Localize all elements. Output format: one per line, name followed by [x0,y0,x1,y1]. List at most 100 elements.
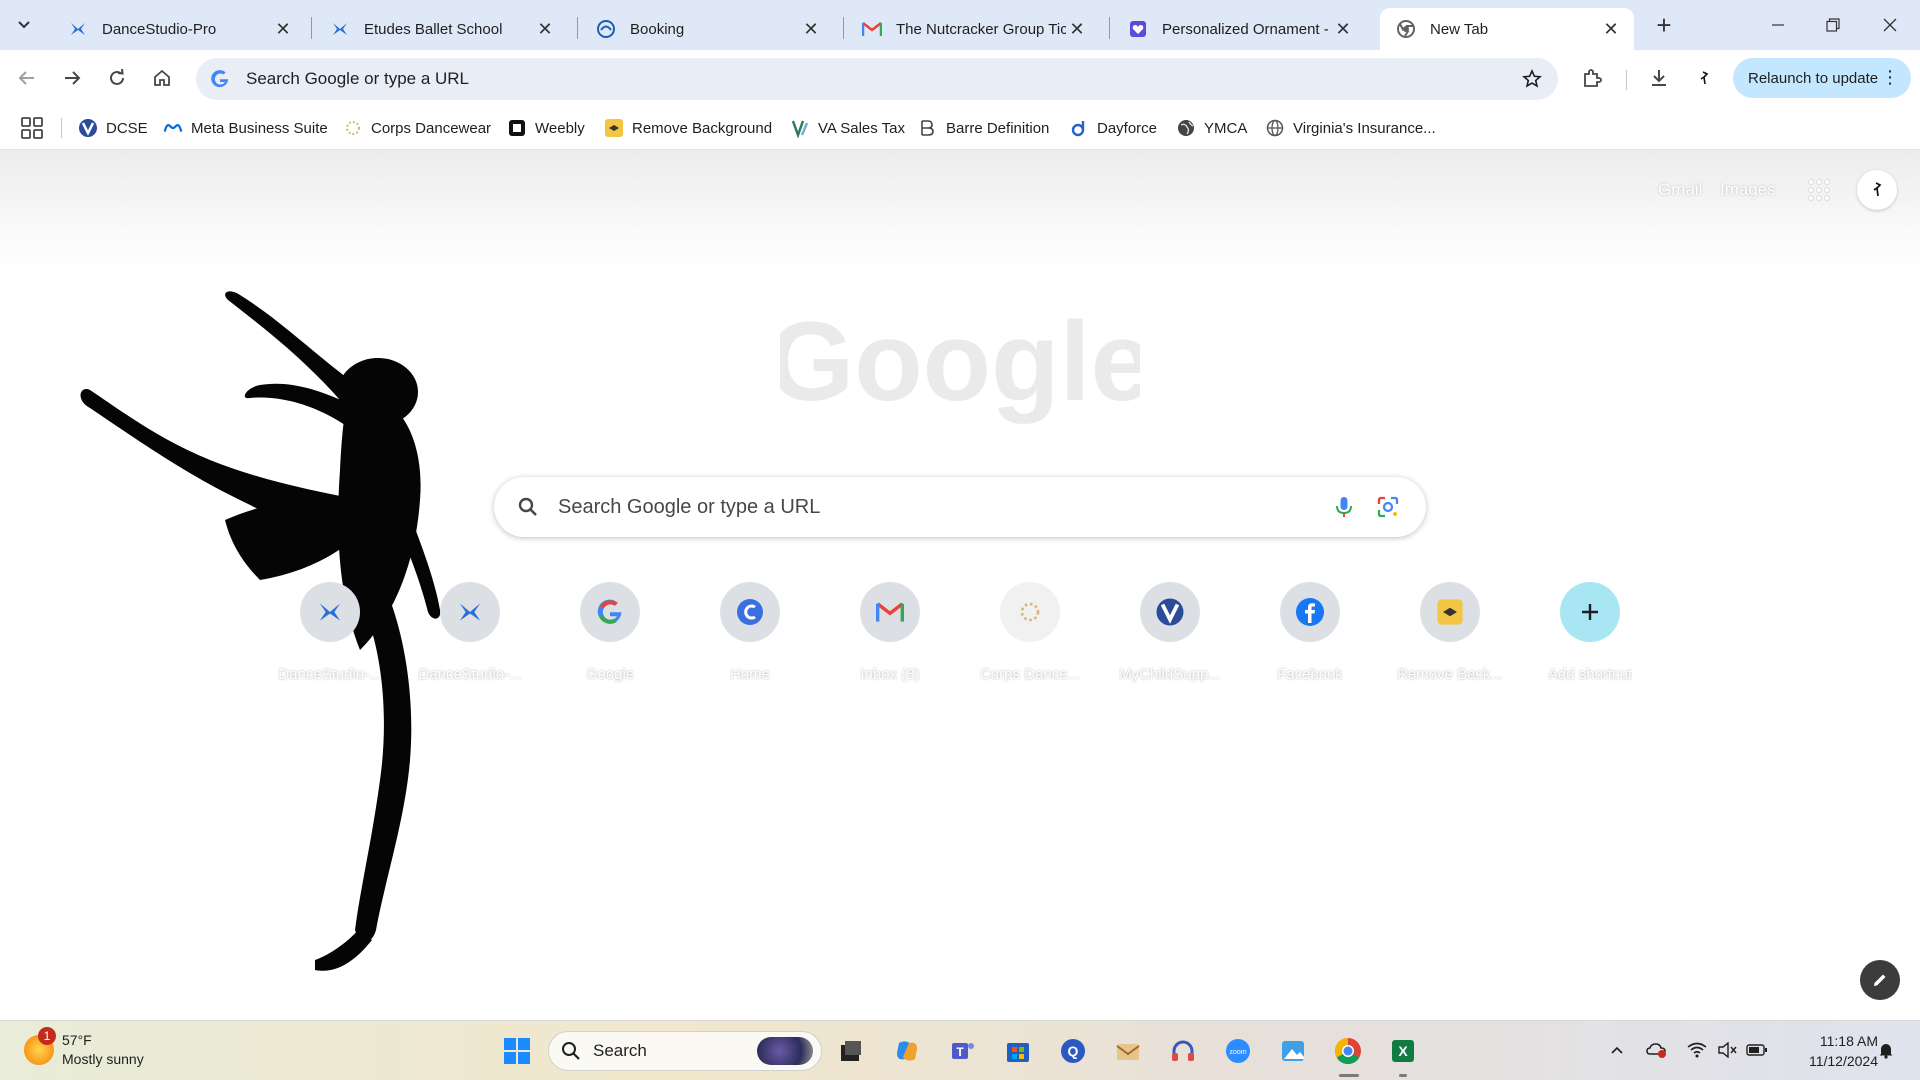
dancestudio-icon [330,19,350,39]
app-icon-q[interactable]: Q [1056,1034,1090,1068]
shortcut-tile[interactable]: Google [554,580,666,692]
chrome-taskbar-icon[interactable] [1331,1034,1365,1068]
bookmark-dayforce[interactable]: Dayforce [1069,114,1157,142]
bookmark-corps-dancewear[interactable]: Corps Dancewear [343,114,491,142]
close-icon[interactable]: ✕ [1600,18,1622,40]
bookmark-va-sales-tax[interactable]: VA Sales Tax [790,114,905,142]
clock-date: 11/12/2024 [1808,1053,1878,1069]
shortcut-label: Google [585,666,635,683]
battery-icon[interactable] [1746,1039,1768,1061]
gmail-link[interactable]: Gmail [1658,180,1702,200]
volume-muted-icon[interactable] [1716,1039,1738,1061]
clock[interactable]: 11:18 AM 11/12/2024 [1782,1031,1878,1071]
bookmark-dcse[interactable]: DCSE [78,114,148,142]
wifi-icon[interactable] [1686,1039,1708,1061]
excel-icon[interactable]: X [1386,1034,1420,1068]
close-icon[interactable]: ✕ [800,18,822,40]
microsoft-store-icon[interactable] [1001,1034,1035,1068]
close-icon[interactable]: ✕ [272,18,294,40]
plus-icon: + [1656,9,1672,40]
bookmark-ymca[interactable]: YMCA [1176,114,1247,142]
back-button[interactable] [9,60,45,96]
reload-icon [110,69,124,85]
images-link[interactable]: Images [1720,180,1776,200]
shortcut-tile[interactable]: Facebook [1254,580,1366,692]
shortcut-tile[interactable]: MyChildSupp... [1114,580,1226,692]
tab-etudes-ballet[interactable]: Etudes Ballet School ✕ [314,8,568,50]
chevron-down-icon [18,21,30,29]
notification-bell-icon[interactable] [1875,1039,1897,1061]
weather-widget[interactable]: 1 57°F Mostly sunny [24,1027,144,1069]
tab-dancestudio-pro[interactable]: DanceStudio-Pro ✕ [52,8,306,50]
start-button[interactable] [500,1034,534,1068]
relaunch-to-update-button[interactable]: Relaunch to update ⋮ [1733,58,1911,98]
tab-new-tab[interactable]: New Tab ✕ [1380,8,1634,50]
bookmark-weebly[interactable]: Weebly [507,114,585,142]
zoom-icon[interactable]: zoom [1221,1034,1255,1068]
shortcut-tile[interactable]: Remove Back... [1394,580,1506,692]
bookmark-meta-business-suite[interactable]: Meta Business Suite [163,114,328,142]
shortcut-label: DanceStudio-... [418,666,522,683]
corps-icon [1000,582,1060,642]
bookmark-barre-definition[interactable]: Barre Definition [918,114,1049,142]
add-shortcut-tile[interactable]: Add shortcut [1534,580,1646,692]
customize-chrome-button[interactable] [1860,960,1900,1000]
minimize-button[interactable] [1754,8,1802,42]
tab-booking[interactable]: Booking ✕ [580,8,834,50]
search-highlight-image [757,1037,813,1065]
tab-search-button[interactable] [8,9,40,41]
tab-separator [843,17,844,39]
new-tab-button[interactable]: + [1649,10,1679,40]
bookmark-label: Dayforce [1097,119,1158,137]
profile-avatar-icon [1873,182,1882,197]
downloads-icon[interactable] [1645,64,1673,92]
tab-strip: DanceStudio-Pro ✕ Etudes Ballet School ✕… [0,0,1920,50]
close-window-button[interactable] [1866,8,1914,42]
forward-button[interactable] [54,60,90,96]
profile-avatar-icon[interactable] [1690,64,1718,92]
running-indicator [1399,1074,1407,1077]
address-bar[interactable]: Search Google or type a URL [196,58,1558,100]
more-menu-icon[interactable]: ⋮ [1881,68,1899,86]
shortcut-tile[interactable]: Inbox (8) [834,580,946,692]
close-icon[interactable]: ✕ [1066,18,1088,40]
tab-personalized-ornament[interactable]: Personalized Ornament - Ir ✕ [1112,8,1366,50]
removebg-icon [604,118,624,138]
close-icon[interactable]: ✕ [1332,18,1354,40]
mail-icon[interactable] [1111,1034,1145,1068]
reload-button[interactable] [99,60,135,96]
google-lens-icon[interactable] [1376,495,1400,519]
google-apps-icon[interactable] [1807,178,1831,202]
bookmark-virginias-insurance[interactable]: Virginia's Insurance... [1265,114,1436,142]
chevron-up-icon[interactable] [1606,1039,1628,1061]
va-tax-icon [790,118,810,138]
photos-icon[interactable] [1276,1034,1310,1068]
account-avatar[interactable] [1857,170,1897,210]
heart-icon [1128,19,1148,39]
minimize-icon [1772,24,1784,26]
shortcut-label: Inbox (8) [860,666,920,683]
copilot-icon[interactable] [890,1034,924,1068]
shortcut-label: Home [729,666,770,683]
teams-icon[interactable]: T [946,1034,980,1068]
home-button[interactable] [144,60,180,96]
restore-button[interactable] [1809,8,1857,42]
bookmark-remove-background[interactable]: Remove Background [604,114,772,142]
microphone-icon[interactable] [1332,495,1356,519]
bookmark-star-icon[interactable] [1520,67,1544,91]
shortcut-tile[interactable]: DanceStudio-... [274,580,386,692]
headphones-icon[interactable] [1166,1034,1200,1068]
ntp-search-box[interactable]: Search Google or type a URL [494,477,1426,537]
shortcut-tile[interactable]: Home [694,580,806,692]
globe-icon [1265,118,1285,138]
task-view-icon[interactable] [834,1034,868,1068]
tab-nutcracker[interactable]: The Nutcracker Group Tick ✕ [846,8,1100,50]
close-icon [1883,18,1897,32]
extensions-icon[interactable] [1578,64,1606,92]
shortcut-tile[interactable]: Corps Dance... [974,580,1086,692]
shortcut-tile[interactable]: DanceStudio-... [414,580,526,692]
taskbar-search[interactable]: Search [548,1031,822,1071]
close-icon[interactable]: ✕ [534,18,556,40]
apps-grid-icon[interactable] [20,116,44,140]
onedrive-status-icon[interactable] [1646,1039,1668,1061]
